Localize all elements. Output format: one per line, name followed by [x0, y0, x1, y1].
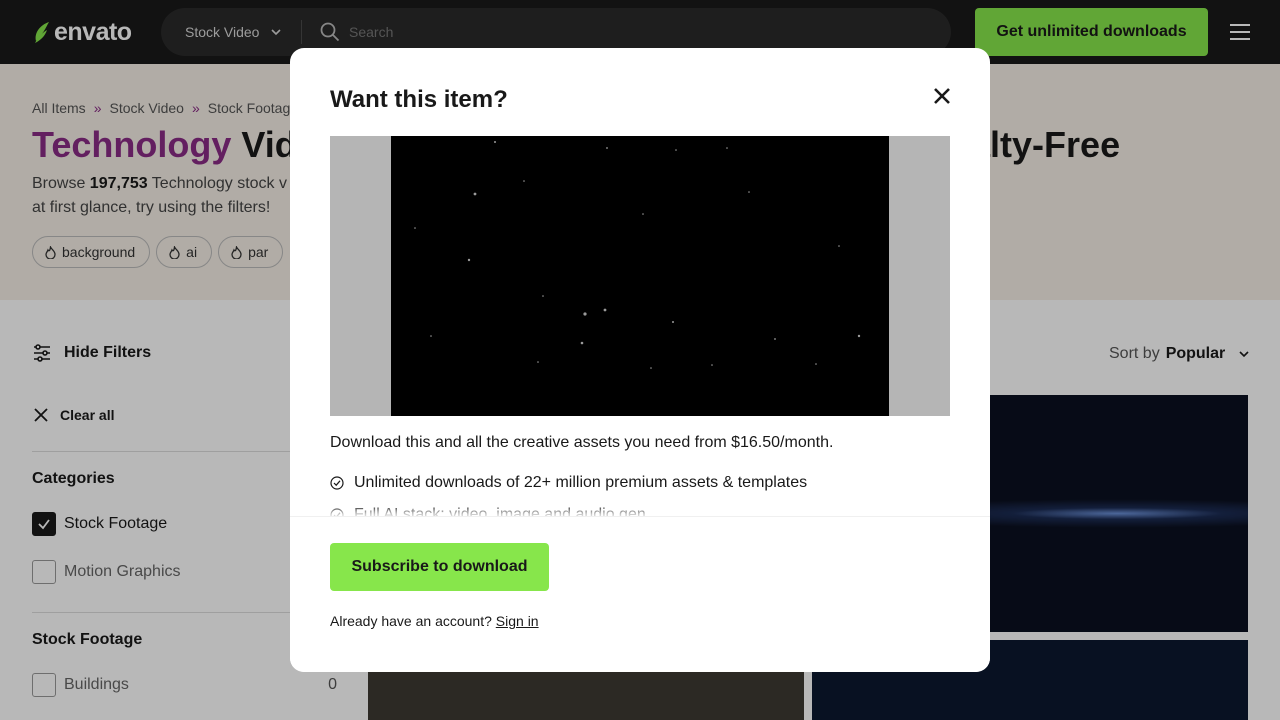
- close-icon: [934, 88, 950, 104]
- particle-starfield: [414, 141, 861, 369]
- modal-close-button[interactable]: [930, 84, 954, 108]
- subscribe-modal: Want this item? Download this and all th…: [290, 48, 990, 672]
- modal-footer: Subscribe to download Already have an ac…: [290, 516, 990, 672]
- benefit-text: Unlimited downloads of 22+ million premi…: [354, 474, 808, 491]
- signin-prompt: Already have an account?: [330, 613, 492, 629]
- preview-video[interactable]: [391, 136, 889, 416]
- signin-prompt-line: Already have an account? Sign in: [330, 613, 539, 629]
- subscribe-to-download-button[interactable]: Subscribe to download: [330, 543, 549, 591]
- modal-title: Want this item?: [330, 86, 508, 113]
- item-preview: [330, 136, 950, 416]
- modal-description: Download this and all the creative asset…: [330, 434, 834, 451]
- check-circle-icon: [330, 476, 344, 490]
- sign-in-link[interactable]: Sign in: [496, 613, 539, 629]
- benefit-item: Unlimited downloads of 22+ million premi…: [330, 474, 807, 492]
